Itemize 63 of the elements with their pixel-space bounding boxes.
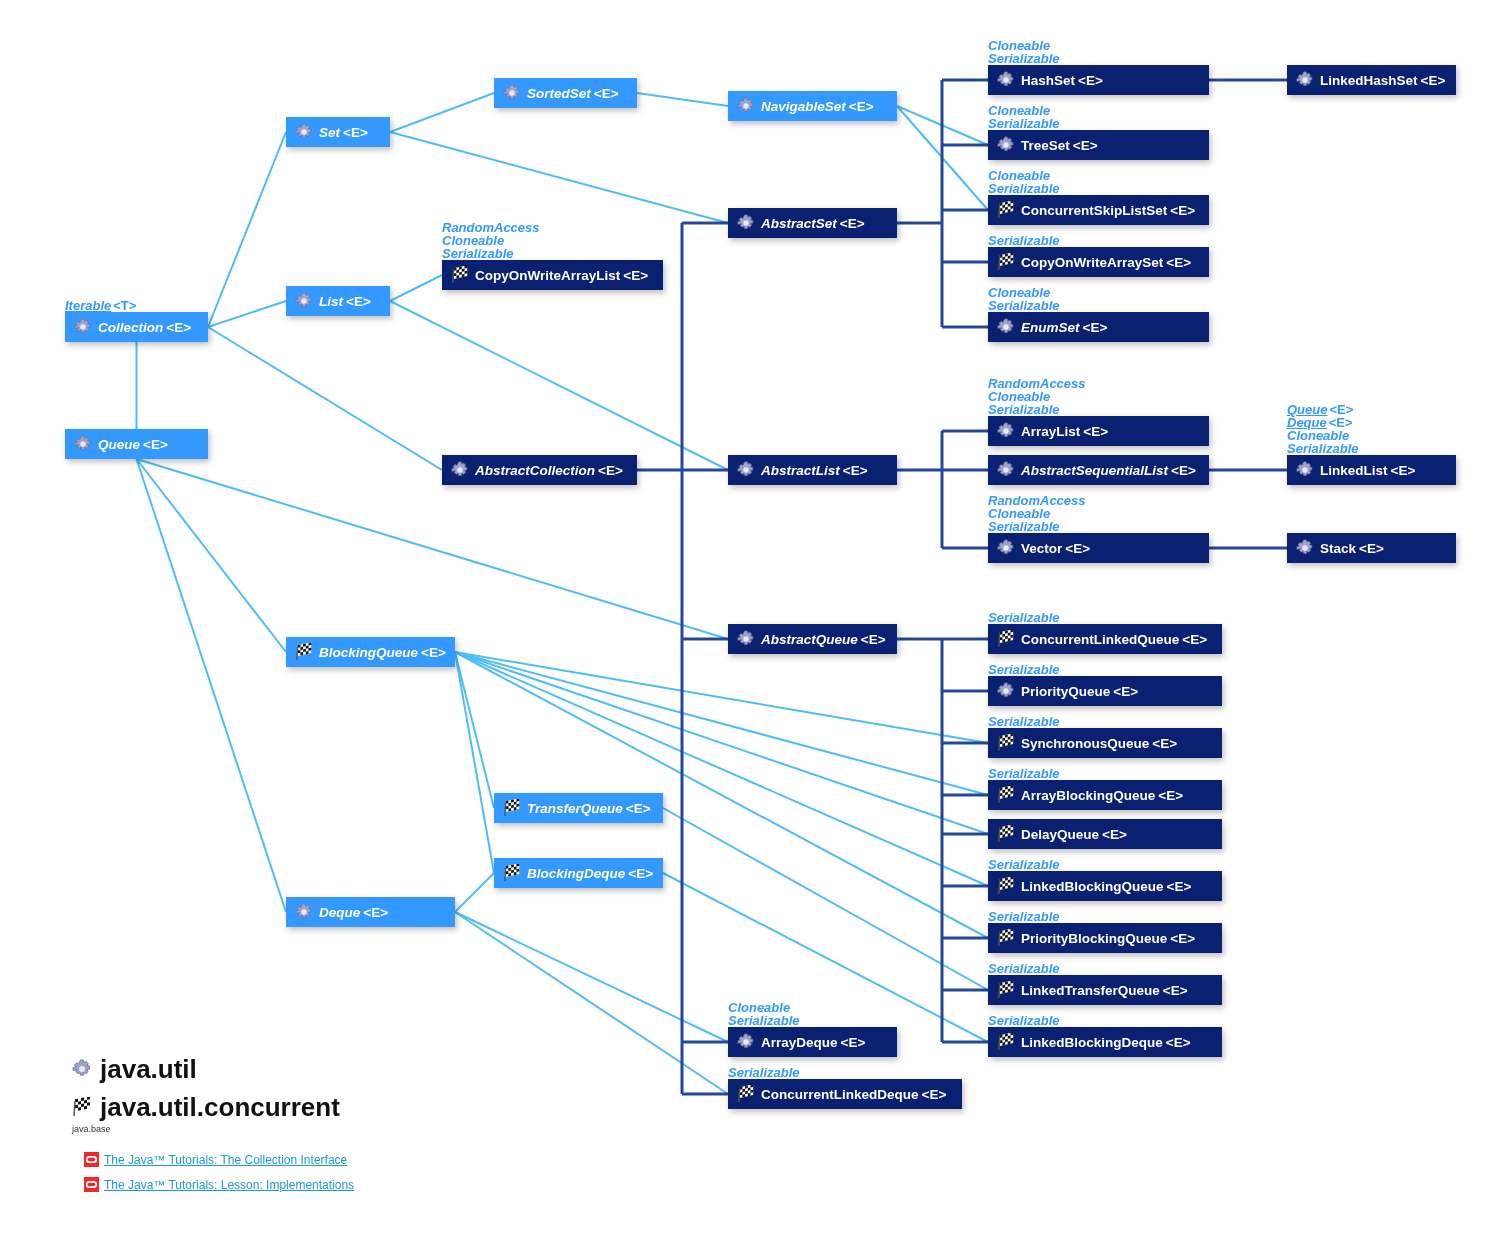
type-node[interactable]: PriorityBlockingQueue <E>: [988, 923, 1222, 953]
package-name: java.util.concurrent: [100, 1091, 340, 1123]
interface-label: RandomAccess: [442, 221, 540, 234]
type-node[interactable]: HashSet <E>: [988, 65, 1209, 95]
interface-label: Serializable: [988, 715, 1060, 728]
type-node[interactable]: LinkedBlockingDeque <E>: [988, 1027, 1222, 1057]
type-node[interactable]: AbstractSet <E>: [728, 208, 897, 238]
interface-label: Cloneable: [988, 169, 1051, 182]
interface-label: RandomAccess: [988, 377, 1086, 390]
interface-label: Serializable: [988, 767, 1060, 780]
type-node[interactable]: SynchronousQueue <E>: [988, 728, 1222, 758]
type-node[interactable]: AbstractSequentialList <E>: [988, 455, 1209, 485]
interface-label: Serializable: [728, 1066, 800, 1079]
oracle-logo-icon: [84, 1177, 99, 1192]
interface-label: Serializable: [988, 299, 1060, 312]
type-node[interactable]: TreeSet <E>: [988, 130, 1209, 160]
interface-label: Cloneable: [442, 234, 505, 247]
interface-label: Cloneable: [988, 39, 1051, 52]
type-node[interactable]: ArrayBlockingQueue <E>: [988, 780, 1222, 810]
interface-label: Serializable: [988, 520, 1060, 533]
interface-label: RandomAccess: [988, 494, 1086, 507]
interface-label: Cloneable: [728, 1001, 791, 1014]
type-node[interactable]: PriorityQueue <E>: [988, 676, 1222, 706]
type-node[interactable]: AbstractCollection <E>: [442, 455, 637, 485]
module-name: java.base: [72, 1124, 112, 1134]
interface-label: Cloneable: [988, 507, 1051, 520]
interface-label: Serializable: [988, 52, 1060, 65]
interface-label: Serializable: [988, 117, 1060, 130]
type-node[interactable]: EnumSet <E>: [988, 312, 1209, 342]
type-node[interactable]: LinkedList <E>: [1287, 455, 1456, 485]
interface-label: Serializable: [988, 182, 1060, 195]
type-node[interactable]: CopyOnWriteArrayList <E>: [442, 260, 663, 290]
type-node[interactable]: ConcurrentLinkedQueue <E>: [988, 624, 1222, 654]
oracle-logo-icon: [84, 1152, 99, 1167]
interface-label: Cloneable: [988, 286, 1051, 299]
interface-label: Serializable: [988, 611, 1060, 624]
package-name: java.util: [100, 1053, 197, 1085]
type-node[interactable]: LinkedHashSet <E>: [1287, 65, 1456, 95]
type-node[interactable]: DelayQueue <E>: [988, 819, 1222, 849]
interface-label: Serializable: [988, 910, 1060, 923]
type-node[interactable]: ArrayDeque <E>: [728, 1027, 897, 1057]
type-node[interactable]: Stack <E>: [1287, 533, 1456, 563]
interface-label: Serializable: [988, 403, 1060, 416]
interface-label: Cloneable: [1287, 429, 1350, 442]
type-node[interactable]: ConcurrentLinkedDeque <E>: [728, 1079, 962, 1109]
interface-label: Serializable: [988, 962, 1060, 975]
type-node[interactable]: ArrayList <E>: [988, 416, 1209, 446]
interface-label: Cloneable: [988, 390, 1051, 403]
interface-label: Serializable: [988, 234, 1060, 247]
type-node[interactable]: LinkedTransferQueue <E>: [988, 975, 1222, 1005]
interface-label: Serializable: [442, 247, 514, 260]
interface-label: Cloneable: [988, 104, 1051, 117]
type-node[interactable]: Vector <E>: [988, 533, 1209, 563]
interface-label: Serializable: [988, 663, 1060, 676]
type-node[interactable]: AbstractList <E>: [728, 455, 897, 485]
type-node[interactable]: LinkedBlockingQueue <E>: [988, 871, 1222, 901]
interface-label: Serializable: [728, 1014, 800, 1027]
interface-label: Serializable: [1287, 442, 1359, 455]
type-node[interactable]: ConcurrentSkipListSet <E>: [988, 195, 1209, 225]
type-node[interactable]: AbstractQueue <E>: [728, 624, 897, 654]
type-node[interactable]: CopyOnWriteArraySet <E>: [988, 247, 1209, 277]
interface-label: Serializable: [988, 858, 1060, 871]
interface-label: Serializable: [988, 1014, 1060, 1027]
